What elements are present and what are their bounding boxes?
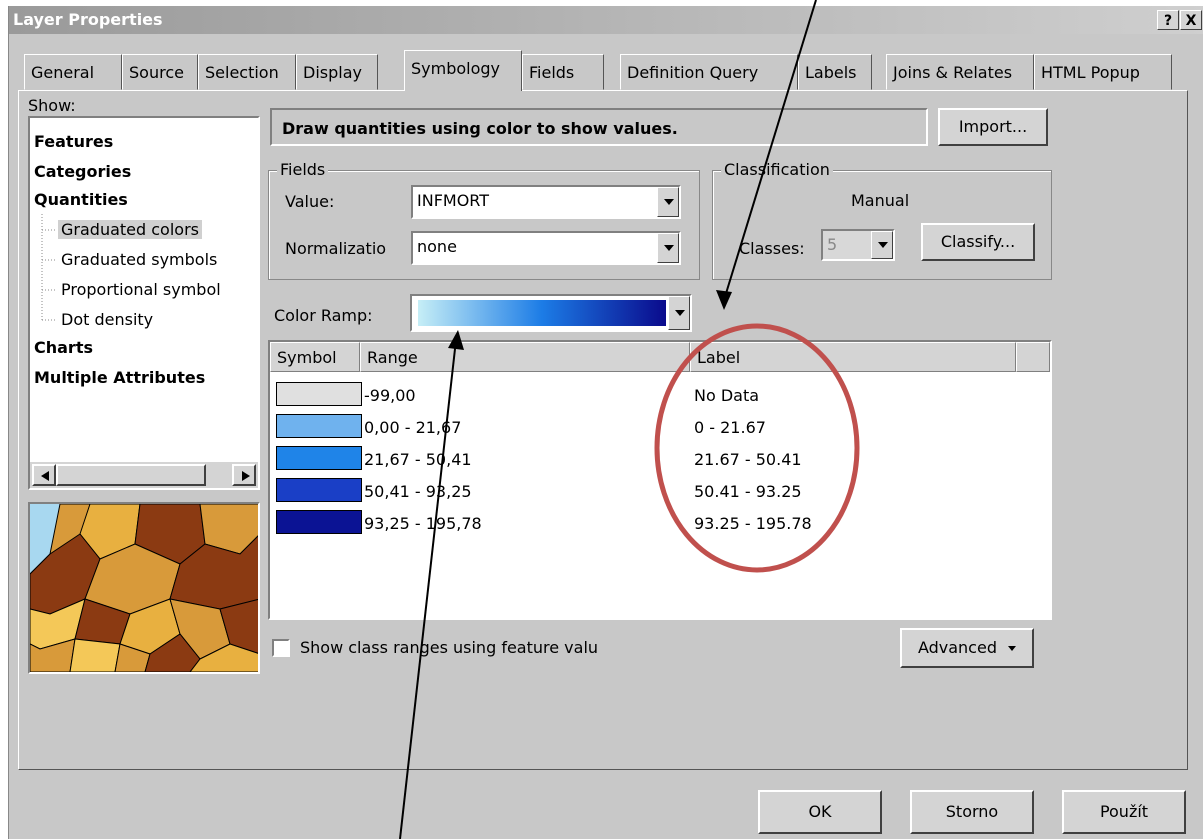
title-bar: Layer Properties ? X	[9, 6, 1203, 34]
tab-fields[interactable]: Fields	[522, 54, 604, 90]
header-label[interactable]: Label	[690, 342, 1016, 372]
scroll-thumb[interactable]	[56, 464, 206, 486]
header-blank	[1016, 342, 1050, 372]
caret-down-icon	[1008, 646, 1017, 651]
import-button[interactable]: Import...	[938, 108, 1048, 146]
cancel-button[interactable]: Storno	[910, 790, 1034, 834]
header-range[interactable]: Range	[360, 342, 690, 372]
description-text: Draw quantities using color to show valu…	[282, 119, 678, 138]
tab-html-popup[interactable]: HTML Popup	[1034, 54, 1172, 90]
tab-definition-query[interactable]: Definition Query	[620, 54, 798, 90]
tree-item-categories[interactable]: Categories	[34, 162, 131, 181]
classification-legend: Classification	[721, 160, 833, 179]
range-cell[interactable]: 21,67 - 50,41	[364, 450, 472, 469]
help-button[interactable]: ?	[1157, 10, 1179, 30]
color-ramp-label: Color Ramp:	[274, 306, 373, 325]
chevron-down-icon[interactable]	[657, 187, 679, 217]
value-selected: INFMORT	[417, 191, 490, 210]
normalization-selected: none	[417, 237, 457, 256]
fields-legend: Fields	[277, 160, 329, 179]
tab-display[interactable]: Display	[296, 54, 378, 90]
range-cell[interactable]: -99,00	[364, 386, 416, 405]
close-button[interactable]: X	[1180, 10, 1202, 30]
symbol-swatch[interactable]	[276, 446, 362, 470]
tree-item-graduated-symbols[interactable]: Graduated symbols	[61, 250, 217, 269]
window-title: Layer Properties	[13, 10, 163, 29]
tree-item-features[interactable]: Features	[34, 132, 113, 151]
label-cell[interactable]: 0 - 21.67	[694, 418, 766, 437]
symbol-swatch[interactable]	[276, 382, 362, 406]
advanced-button[interactable]: Advanced	[900, 628, 1034, 668]
show-label: Show:	[28, 96, 76, 115]
symbol-class-table: Symbol Range Label -99,00 No Data 0,00 -…	[268, 340, 1052, 620]
tree-item-graduated-colors[interactable]: Graduated colors	[58, 220, 202, 239]
tree-item-quantities[interactable]: Quantities	[34, 190, 128, 209]
tree-scrollbar[interactable]	[30, 462, 258, 488]
scroll-left-button[interactable]	[32, 464, 56, 486]
label-cell[interactable]: No Data	[694, 386, 759, 405]
color-ramp-preview	[418, 300, 666, 326]
classes-dropdown[interactable]: 5	[821, 229, 895, 261]
tree-item-proportional-symbol[interactable]: Proportional symbol	[61, 280, 221, 299]
normalization-dropdown[interactable]: none	[411, 231, 681, 265]
fields-group: Fields Value: INFMORT Normalizatio none	[268, 160, 700, 280]
symbol-swatch[interactable]	[276, 478, 362, 502]
tab-labels[interactable]: Labels	[798, 54, 872, 90]
tab-source[interactable]: Source	[122, 54, 198, 90]
arrow-right-icon	[242, 471, 250, 481]
arrow-left-icon	[41, 471, 49, 481]
range-cell[interactable]: 93,25 - 195,78	[364, 514, 482, 533]
tab-general[interactable]: General	[24, 54, 122, 90]
classify-button[interactable]: Classify...	[921, 223, 1035, 261]
show-class-ranges-label: Show class ranges using feature valu	[300, 638, 599, 657]
symbol-swatch[interactable]	[276, 510, 362, 534]
range-cell[interactable]: 0,00 - 21,67	[364, 418, 461, 437]
tab-symbology[interactable]: Symbology	[404, 50, 522, 91]
tree-item-multiple-attributes[interactable]: Multiple Attributes	[34, 368, 205, 387]
normalization-label: Normalizatio	[285, 239, 387, 258]
classification-group: Classification Manual Classes: 5 Classif…	[712, 160, 1052, 280]
symbol-swatch[interactable]	[276, 414, 362, 438]
show-tree: Features Categories Quantities Graduated…	[28, 116, 260, 490]
apply-button[interactable]: Použít	[1062, 790, 1186, 834]
ok-button[interactable]: OK	[758, 790, 882, 834]
chevron-down-icon[interactable]	[657, 233, 679, 263]
preview-map	[28, 502, 260, 674]
scroll-right-button[interactable]	[232, 464, 256, 486]
value-dropdown[interactable]: INFMORT	[411, 185, 681, 219]
tab-joins-relates[interactable]: Joins & Relates	[886, 54, 1034, 90]
header-symbol[interactable]: Symbol	[270, 342, 360, 372]
advanced-label: Advanced	[917, 638, 997, 657]
tab-selection[interactable]: Selection	[198, 54, 296, 90]
range-cell[interactable]: 50,41 - 93,25	[364, 482, 472, 501]
tree-item-dot-density[interactable]: Dot density	[61, 310, 153, 329]
classes-selected: 5	[827, 235, 838, 254]
chevron-down-icon[interactable]	[668, 296, 690, 330]
description-box: Draw quantities using color to show valu…	[270, 108, 928, 146]
show-class-ranges-checkbox[interactable]	[272, 639, 290, 657]
label-cell[interactable]: 93.25 - 195.78	[694, 514, 812, 533]
tree-item-charts[interactable]: Charts	[34, 338, 93, 357]
chevron-down-icon[interactable]	[871, 231, 893, 259]
label-cell[interactable]: 50.41 - 93.25	[694, 482, 802, 501]
classes-label: Classes:	[739, 239, 805, 258]
classification-method: Manual	[851, 191, 910, 210]
label-cell[interactable]: 21.67 - 50.41	[694, 450, 802, 469]
color-ramp-dropdown[interactable]	[410, 294, 692, 332]
africa-map-thumbnail	[30, 504, 258, 672]
value-label: Value:	[285, 192, 335, 211]
